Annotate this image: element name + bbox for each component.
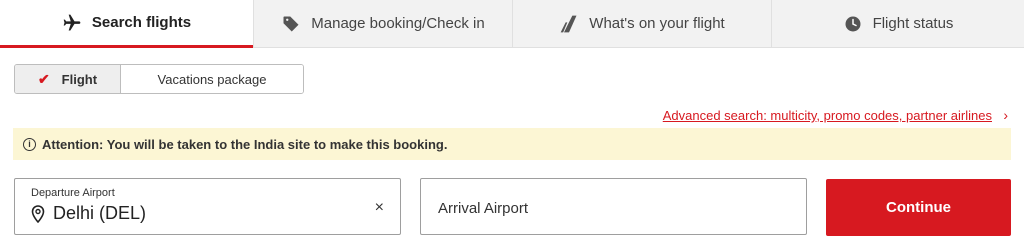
chevron-right-icon[interactable]: › (1003, 107, 1008, 123)
arrival-placeholder: Arrival Airport (438, 200, 529, 217)
trip-type-toggle: ✔ Flight Vacations package (14, 64, 304, 94)
tab-label: Flight status (872, 15, 954, 32)
clear-icon[interactable]: × (375, 199, 384, 217)
tab-label: Manage booking/Check in (311, 15, 485, 32)
tag-icon (281, 14, 301, 34)
trip-option-label: Flight (61, 71, 98, 87)
tail-fin-icon (559, 14, 579, 34)
advanced-search-link[interactable]: Advanced search: multicity, promo codes,… (663, 108, 992, 123)
location-pin-icon (31, 204, 45, 223)
checkmark-icon: ✔ (37, 70, 50, 87)
trip-option-label: Vacations package (157, 71, 267, 87)
info-icon: i (23, 137, 36, 151)
tab-label: What's on your flight (589, 15, 725, 32)
booking-tabs: Search flights Manage booking/Check in W… (0, 0, 1024, 48)
continue-button[interactable]: Continue (826, 179, 1011, 236)
airplane-icon (62, 13, 82, 33)
trip-option-flight[interactable]: ✔ Flight (15, 65, 121, 93)
tab-whats-on-flight[interactable]: What's on your flight (512, 0, 771, 48)
clock-icon (843, 14, 863, 34)
tab-label: Search flights (91, 14, 192, 31)
tab-flight-status[interactable]: Flight status (771, 0, 1024, 48)
departure-airport-field[interactable]: Departure Airport Delhi (DEL) × (14, 178, 401, 235)
arrival-airport-field[interactable]: Arrival Airport (420, 178, 807, 235)
tab-search-flights[interactable]: Search flights (0, 0, 253, 48)
departure-value: Delhi (DEL) (53, 203, 147, 223)
trip-option-vacations[interactable]: Vacations package (121, 65, 303, 93)
departure-label: Departure Airport (31, 187, 115, 199)
banner-text: Attention: You will be taken to the Indi… (42, 136, 448, 152)
tab-manage-booking[interactable]: Manage booking/Check in (253, 0, 512, 48)
attention-banner: i Attention: You will be taken to the In… (13, 128, 1011, 160)
